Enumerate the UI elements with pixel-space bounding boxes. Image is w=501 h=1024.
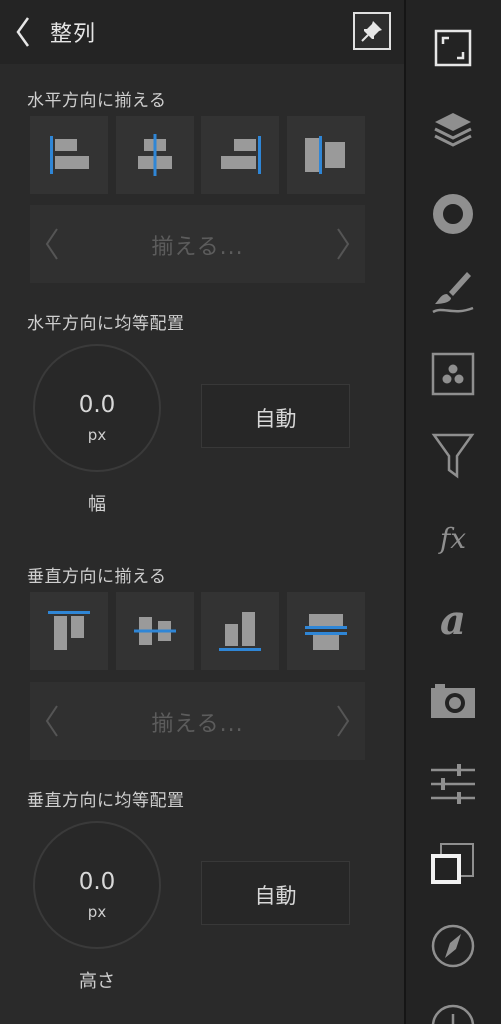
auto-button-label: 自動 [254,407,297,431]
dial-value: 0.0 [78,869,116,895]
align-top-button[interactable] [30,592,108,670]
vertical-align-buttons [30,592,365,670]
align-middle-vertical-icon [134,617,176,645]
chevron-right-icon[interactable] [333,227,353,261]
svg-text:a: a [440,597,466,644]
fx-tool[interactable]: fx [427,512,479,564]
align-center-overlap-icon [305,136,345,174]
align-middle-v-button[interactable] [116,592,194,670]
width-spacing-dial[interactable]: 0.0 px [33,344,161,472]
svg-text:fx: fx [438,522,466,555]
align-left-icon [50,136,89,174]
layers-tool[interactable] [427,105,479,157]
align-bottom-button[interactable] [201,592,279,670]
adjustments-icon [431,764,475,804]
pattern-icon [431,352,475,396]
history-tool[interactable] [427,1000,479,1024]
align-center-horizontal-icon [138,134,172,176]
compass-icon [431,924,475,968]
canvas-size-icon [434,29,472,67]
align-center-overlap-vertical-icon [305,614,347,650]
pin-button[interactable] [353,12,391,50]
arrange-icon [431,843,474,884]
auto-button-label: 自動 [254,884,297,908]
vertical-align-selector[interactable]: 揃える... [30,682,365,760]
back-button[interactable] [10,14,40,50]
adjustments-tool[interactable] [427,756,479,808]
compass-tool[interactable] [427,920,479,972]
filter-icon [431,433,475,479]
dial-unit: px [87,903,107,921]
horizontal-align-buttons [30,116,365,194]
align-top-icon [48,611,90,650]
align-center-overlap-h-button[interactable] [287,116,365,194]
horizontal-align-label: 水平方向に揃える [27,91,167,111]
panel-header: 整列 [0,0,404,64]
align-right-button[interactable] [201,116,279,194]
history-icon [431,1004,475,1024]
dial-unit: px [87,426,107,444]
filter-tool[interactable] [427,430,479,482]
fx-icon: fx [438,522,466,555]
align-panel: 整列 水平方向に揃える 揃える... 水平方向に均等配置 0.0 px 幅 自動… [0,0,404,1024]
chevron-right-icon[interactable] [333,704,353,738]
text-icon: a [440,597,466,644]
page-title: 整列 [50,22,97,47]
align-right-icon [221,136,261,174]
camera-icon [431,684,475,718]
selector-text: 揃える... [151,235,244,260]
selector-text: 揃える... [151,712,244,737]
arrange-tool[interactable] [427,838,479,890]
height-spacing-dial[interactable]: 0.0 px [33,821,161,949]
align-left-button[interactable] [30,116,108,194]
horizontal-align-selector[interactable]: 揃える... [30,205,365,283]
pin-icon [361,21,382,42]
pattern-tool[interactable] [427,348,479,400]
dial-value: 0.0 [78,392,116,418]
color-tool[interactable] [427,188,479,240]
right-toolbar: fx a [406,0,501,1024]
align-bottom-icon [219,612,261,651]
brush-icon [432,272,474,314]
vertical-distribute-label: 垂直方向に均等配置 [27,791,185,811]
color-wheel-icon [433,194,473,234]
dial-caption: 高さ [79,971,115,992]
horizontal-auto-button[interactable]: 自動 [201,384,350,448]
layers-icon [434,113,472,147]
chevron-left-icon [16,17,30,47]
align-center-overlap-v-button[interactable] [287,592,365,670]
canvas-size-tool[interactable] [427,22,479,74]
camera-tool[interactable] [427,676,479,728]
dial-caption: 幅 [88,494,106,515]
align-center-h-button[interactable] [116,116,194,194]
horizontal-distribute-label: 水平方向に均等配置 [27,314,185,334]
brush-tool[interactable] [427,266,479,318]
vertical-auto-button[interactable]: 自動 [201,861,350,925]
vertical-align-label: 垂直方向に揃える [27,567,167,587]
text-tool[interactable]: a [427,594,479,646]
